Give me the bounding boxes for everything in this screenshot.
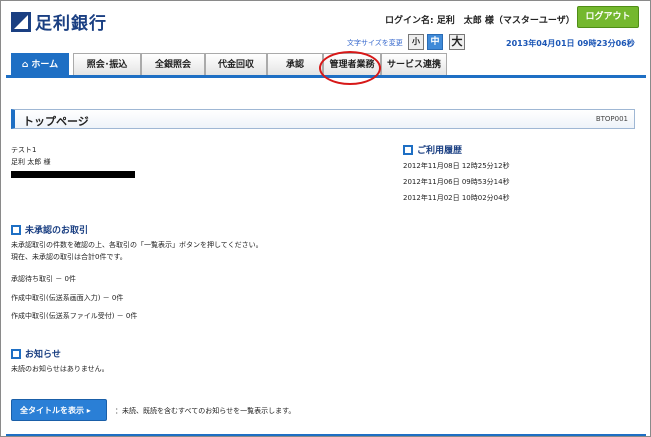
history-entry: 2012年11月02日 10時02分04秒 <box>403 194 510 202</box>
font-size-label: 文字サイズを変更 <box>347 39 403 47</box>
notice-title: お知らせ <box>25 350 61 360</box>
pending-desc-2: 現在、未承認の取引は合計0件です。 <box>11 253 127 261</box>
footer-rule <box>6 434 646 436</box>
logout-button[interactable]: ログアウト <box>577 6 639 28</box>
show-all-desc: ：未読、既読を含むすべてのお知らせを一覧表示します。 <box>115 407 296 415</box>
pending-item: 作成中取引(伝送系ファイル受付) － 0件 <box>11 312 138 320</box>
history-entry: 2012年11月08日 12時25分12秒 <box>403 162 510 170</box>
section-bullet-icon <box>11 224 21 235</box>
tab-service-link[interactable]: サービス連携 <box>381 53 447 75</box>
tab-approval[interactable]: 承認 <box>267 53 323 75</box>
app-window: 足利銀行 ログイン名: 足利 太郎 様（マスターユーザ） ログアウト 文字サイズ… <box>0 0 651 437</box>
redaction-bar <box>11 171 135 178</box>
pending-desc-1: 未承認取引の件数を確認の上、各取引の「一覧表示」ボタンを押してください。 <box>11 241 263 249</box>
bank-logo[interactable]: 足利銀行 <box>11 9 107 34</box>
current-datetime: 2013年04月01日 09時23分06秒 <box>506 39 635 48</box>
tab-collection[interactable]: 代金回収 <box>205 53 267 75</box>
notice-text: 未読のお知らせはありません。 <box>11 365 109 373</box>
tab-inquiry-transfer[interactable]: 照会･振込 <box>73 53 141 75</box>
history-title: ご利用履歴 <box>417 146 463 156</box>
notice-heading: お知らせ <box>11 347 61 360</box>
page-title: トップページ <box>23 115 89 128</box>
login-label: ログイン名: <box>385 16 434 26</box>
tab-home[interactable]: ⌂ ホーム <box>11 53 69 75</box>
section-bullet-icon <box>11 348 21 359</box>
company-name: テスト1 <box>11 146 37 154</box>
bank-logo-icon <box>11 11 31 32</box>
font-size-medium-button[interactable]: 中 <box>427 34 443 50</box>
pending-title: 未承認のお取引 <box>25 226 89 236</box>
font-size-large-button[interactable]: 大 <box>449 34 465 50</box>
section-bullet-icon <box>403 144 413 155</box>
page-code: BTOP001 <box>595 115 628 123</box>
tab-zengin-inquiry[interactable]: 全銀照会 <box>141 53 205 75</box>
login-user: 足利 太郎 様（マスターユーザ） <box>436 16 575 26</box>
show-all-titles-button[interactable]: 全タイトルを表示 ▸ <box>11 399 107 421</box>
pending-item: 承認待ち取引 － 0件 <box>11 275 76 283</box>
user-name: 足利 太郎 様 <box>11 158 51 166</box>
history-heading: ご利用履歴 <box>403 143 462 156</box>
highlight-circle <box>319 51 381 85</box>
pending-heading: 未承認のお取引 <box>11 223 88 236</box>
page-title-bar: トップページ BTOP001 <box>11 109 635 129</box>
login-info: ログイン名: 足利 太郎 様（マスターユーザ） <box>385 13 575 26</box>
pending-item: 作成中取引(伝送系画面入力) － 0件 <box>11 294 124 302</box>
font-size-small-button[interactable]: 小 <box>408 34 424 50</box>
bank-name: 足利銀行 <box>35 14 107 34</box>
history-entry: 2012年11月06日 09時53分14秒 <box>403 178 510 186</box>
